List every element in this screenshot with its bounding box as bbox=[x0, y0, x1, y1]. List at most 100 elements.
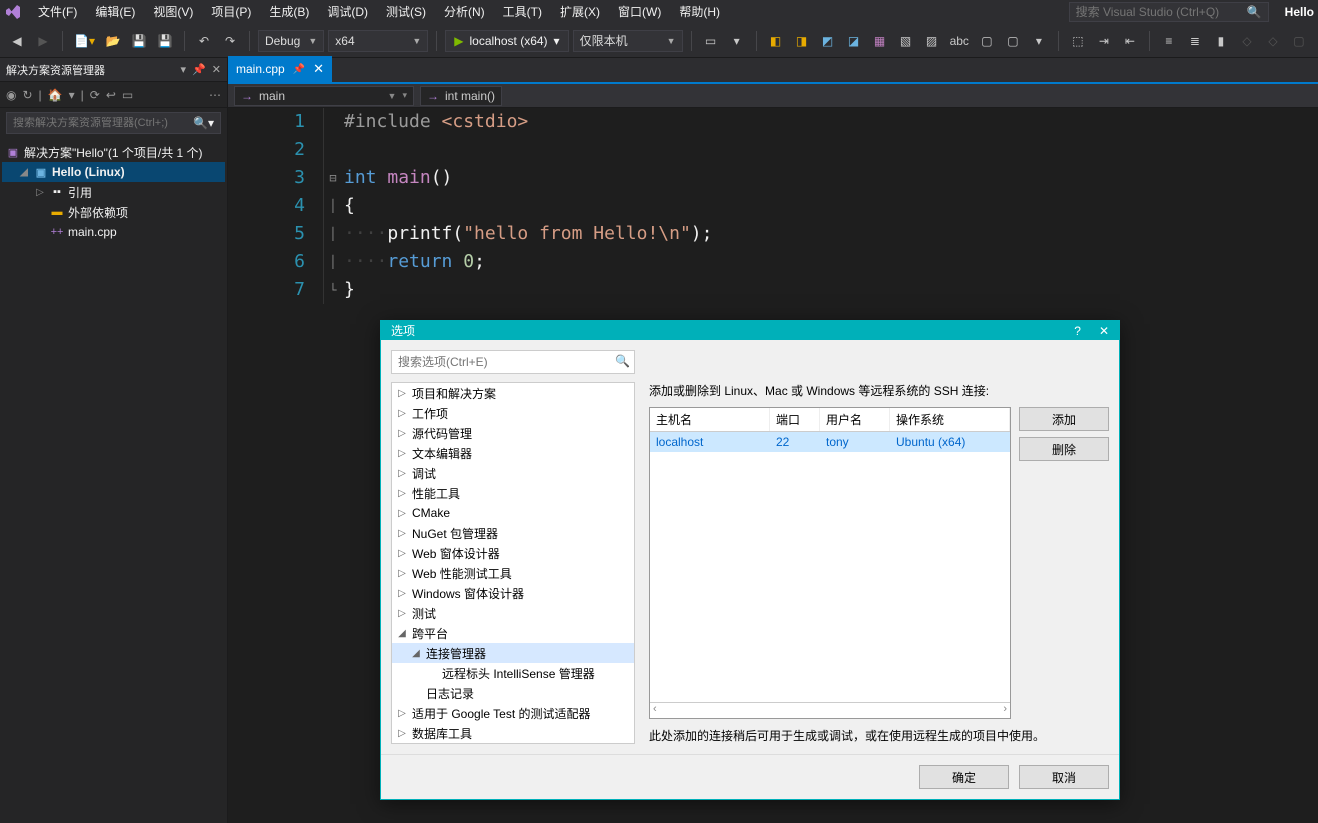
options-search[interactable]: 🔍 bbox=[391, 350, 1109, 374]
expand-icon[interactable]: ▷ bbox=[34, 187, 46, 198]
tree-item[interactable]: ▷源代码管理 bbox=[392, 423, 634, 443]
tree-item-connection-manager[interactable]: ◢连接管理器 bbox=[392, 643, 634, 663]
scope-dropdown[interactable]: → main ▼ ▾ bbox=[234, 86, 414, 106]
save-all-icon[interactable]: 💾 bbox=[154, 30, 176, 52]
panel-pin-icon[interactable]: 📌 bbox=[192, 63, 206, 76]
add-button[interactable]: 添加 bbox=[1019, 407, 1109, 431]
toolbar-icon-20[interactable]: ◇ bbox=[1236, 30, 1258, 52]
col-port[interactable]: 端口 bbox=[770, 408, 820, 431]
tree-item[interactable]: ▷Web 窗体设计器 bbox=[392, 543, 634, 563]
solution-root[interactable]: ▣ 解决方案"Hello"(1 个项目/共 1 个) bbox=[2, 142, 225, 162]
tree-item[interactable]: ▷Web 性能测试工具 bbox=[392, 563, 634, 583]
more-icon[interactable]: ⋯ bbox=[209, 88, 221, 102]
nav-fwd-icon[interactable]: ▶ bbox=[32, 30, 54, 52]
refresh-icon[interactable]: ↻ bbox=[22, 88, 32, 102]
menu-test[interactable]: 测试(S) bbox=[378, 1, 434, 22]
tab-close-icon[interactable]: ✕ bbox=[313, 61, 324, 77]
toolbar-icon-13[interactable]: ▾ bbox=[1028, 30, 1050, 52]
menu-build[interactable]: 生成(B) bbox=[261, 1, 317, 22]
close-icon[interactable]: ✕ bbox=[1099, 324, 1109, 338]
tree-item[interactable]: ▷调试 bbox=[392, 463, 634, 483]
global-search[interactable]: 🔍 bbox=[1069, 2, 1269, 22]
function-dropdown[interactable]: → int main() bbox=[420, 86, 502, 106]
home-icon[interactable]: ◉ bbox=[6, 88, 16, 102]
tree-item[interactable]: ▷CMake bbox=[392, 503, 634, 523]
tree-item[interactable]: ▷文本编辑器 bbox=[392, 443, 634, 463]
collapse-icon[interactable]: ▾ bbox=[69, 88, 75, 102]
dialog-title-bar[interactable]: 选项 ? ✕ bbox=[381, 321, 1119, 340]
toolbar-icon-22[interactable]: ▢ bbox=[1288, 30, 1310, 52]
toolbar-icon-6[interactable]: ◪ bbox=[843, 30, 865, 52]
show-all-icon[interactable]: ▭ bbox=[122, 88, 133, 102]
menu-edit[interactable]: 编辑(E) bbox=[87, 1, 143, 22]
toolbar-icon-10[interactable]: abc bbox=[947, 30, 972, 52]
menu-file[interactable]: 文件(F) bbox=[30, 1, 85, 22]
options-tree[interactable]: ▷项目和解决方案 ▷工作项 ▷源代码管理 ▷文本编辑器 ▷调试 ▷性能工具 ▷C… bbox=[391, 382, 635, 744]
config-dropdown[interactable]: Debug▼ bbox=[258, 30, 324, 52]
menu-extensions[interactable]: 扩展(X) bbox=[552, 1, 608, 22]
scope-dropdown[interactable]: 仅限本机▼ bbox=[573, 30, 683, 52]
menu-view[interactable]: 视图(V) bbox=[145, 1, 201, 22]
solution-search[interactable]: 🔍▾ bbox=[6, 112, 221, 134]
tree-item[interactable]: ▷适用于 Google Test 的测试适配器 bbox=[392, 703, 634, 723]
toolbar-icon-5[interactable]: ◩ bbox=[817, 30, 839, 52]
menu-window[interactable]: 窗口(W) bbox=[610, 1, 669, 22]
toolbar-icon-7[interactable]: ▦ bbox=[869, 30, 891, 52]
panel-close-icon[interactable]: ✕ bbox=[212, 63, 221, 76]
file-node[interactable]: ++ main.cpp bbox=[2, 222, 225, 242]
toolbar-icon-18[interactable]: ≣ bbox=[1184, 30, 1206, 52]
nav-back-icon[interactable]: ◀ bbox=[6, 30, 28, 52]
undo-icon[interactable]: ↶ bbox=[193, 30, 215, 52]
options-search-input[interactable] bbox=[391, 350, 635, 374]
connections-table[interactable]: 主机名 端口 用户名 操作系统 localhost 22 tony Ubuntu… bbox=[649, 407, 1011, 719]
expand-icon[interactable]: ◢ bbox=[18, 167, 30, 178]
save-icon[interactable]: 💾 bbox=[128, 30, 150, 52]
ok-button[interactable]: 确定 bbox=[919, 765, 1009, 789]
tree-item-crossplatform[interactable]: ◢跨平台 bbox=[392, 623, 634, 643]
cancel-button[interactable]: 取消 bbox=[1019, 765, 1109, 789]
tree-item[interactable]: 日志记录 bbox=[392, 683, 634, 703]
tree-item[interactable]: ▷性能工具 bbox=[392, 483, 634, 503]
tree-item[interactable]: ▷数据库工具 bbox=[392, 723, 634, 743]
external-deps-node[interactable]: ▬ 外部依赖项 bbox=[2, 202, 225, 222]
table-scrollbar[interactable]: ‹› bbox=[650, 702, 1010, 718]
toolbar-icon-11[interactable]: ▢ bbox=[976, 30, 998, 52]
menu-tools[interactable]: 工具(T) bbox=[495, 1, 550, 22]
toolbar-icon-12[interactable]: ▢ bbox=[1002, 30, 1024, 52]
tab-pin-icon[interactable]: 📌 bbox=[293, 64, 305, 75]
toolbar-icon-3[interactable]: ◧ bbox=[765, 30, 787, 52]
toolbar-icon-9[interactable]: ▨ bbox=[921, 30, 943, 52]
tree-item[interactable]: 远程标头 IntelliSense 管理器 bbox=[392, 663, 634, 683]
toolbar-icon-15[interactable]: ⇥ bbox=[1093, 30, 1115, 52]
toolbar-icon-16[interactable]: ⇤ bbox=[1119, 30, 1141, 52]
toolbar-icon-19[interactable]: ▮ bbox=[1210, 30, 1232, 52]
platform-dropdown[interactable]: x64▼ bbox=[328, 30, 428, 52]
remove-button[interactable]: 删除 bbox=[1019, 437, 1109, 461]
tree-item[interactable]: ▷项目和解决方案 bbox=[392, 383, 634, 403]
menu-debug[interactable]: 调试(D) bbox=[319, 1, 376, 22]
col-user[interactable]: 用户名 bbox=[820, 408, 890, 431]
redo-icon[interactable]: ↷ bbox=[219, 30, 241, 52]
references-node[interactable]: ▷ ▪▪ 引用 bbox=[2, 182, 225, 202]
menu-help[interactable]: 帮助(H) bbox=[671, 1, 728, 22]
menu-project[interactable]: 项目(P) bbox=[203, 1, 259, 22]
toolbar-icon-8[interactable]: ▧ bbox=[895, 30, 917, 52]
panel-dropdown-icon[interactable]: ▾ bbox=[181, 63, 187, 76]
solution-search-input[interactable] bbox=[13, 117, 193, 129]
global-search-input[interactable] bbox=[1076, 5, 1243, 19]
help-icon[interactable]: ? bbox=[1074, 324, 1081, 338]
code-editor[interactable]: 1234567 ⊟│││└ #include <cstdio> int main… bbox=[228, 108, 1318, 304]
toolbar-icon-1[interactable]: ▭ bbox=[700, 30, 722, 52]
tree-item[interactable]: ▷NuGet 包管理器 bbox=[392, 523, 634, 543]
toolbar-icon-14[interactable]: ⬚ bbox=[1067, 30, 1089, 52]
tree-item[interactable]: ▷Windows 窗体设计器 bbox=[392, 583, 634, 603]
editor-tab[interactable]: main.cpp 📌 ✕ bbox=[228, 56, 332, 82]
sync-icon[interactable]: ⟳ bbox=[90, 88, 100, 102]
back-icon[interactable]: ↩ bbox=[106, 88, 116, 102]
table-row[interactable]: localhost 22 tony Ubuntu (x64) bbox=[650, 432, 1010, 452]
home2-icon[interactable]: 🏠 bbox=[48, 88, 63, 102]
tree-item[interactable]: ▷工作项 bbox=[392, 403, 634, 423]
col-os[interactable]: 操作系统 bbox=[890, 408, 1010, 431]
new-item-icon[interactable]: 📄▾ bbox=[71, 30, 98, 52]
col-host[interactable]: 主机名 bbox=[650, 408, 770, 431]
